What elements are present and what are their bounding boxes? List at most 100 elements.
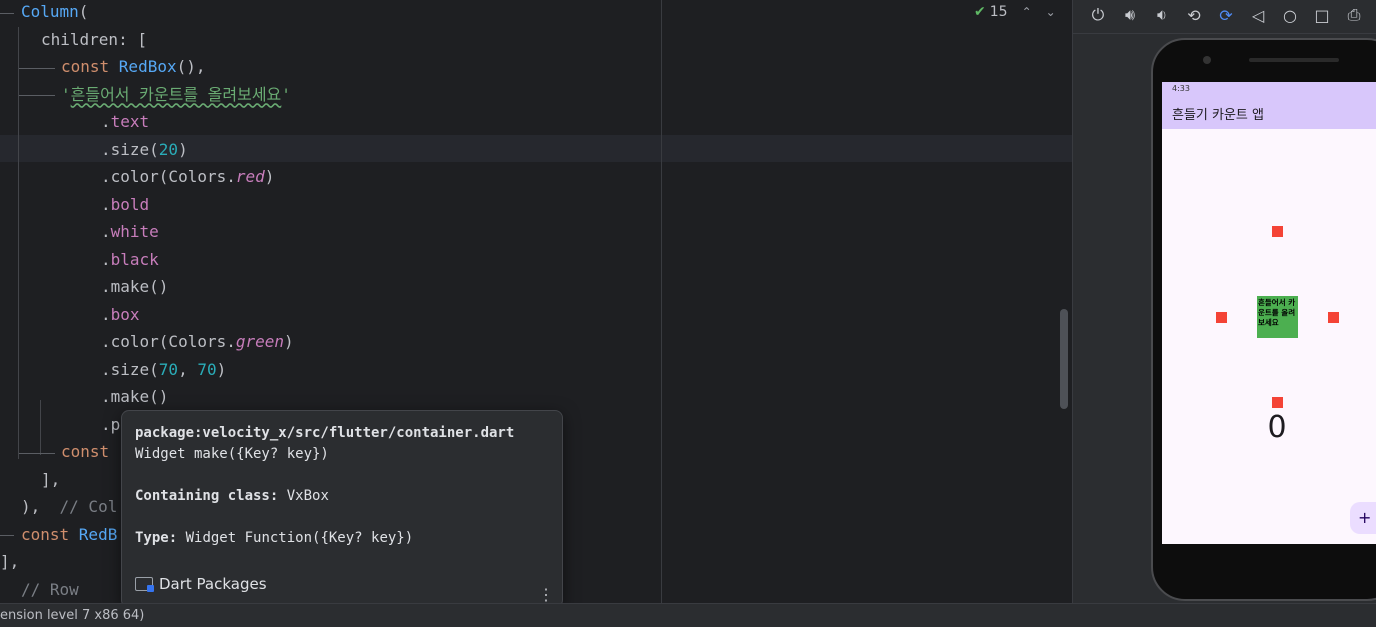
- red-box-left: [1216, 312, 1227, 323]
- fold-connector: [19, 453, 55, 454]
- right-margin-guide: [661, 0, 662, 603]
- code-token: ,: [178, 359, 198, 379]
- code-line[interactable]: .color(Colors.red): [101, 163, 274, 190]
- doc-containing-class: Containing class: VxBox: [135, 486, 549, 507]
- code-token: .make(): [101, 277, 169, 296]
- doc-signature: Widget make({Key? key}): [135, 446, 329, 462]
- rotate-right-icon[interactable]: ⟳: [1215, 6, 1237, 25]
- code-token: black: [110, 249, 159, 269]
- indent-guide: [18, 27, 19, 459]
- overview-icon[interactable]: □: [1311, 6, 1333, 25]
- code-token: white: [110, 222, 159, 241]
- code-token: Column: [21, 2, 79, 21]
- home-icon[interactable]: ○: [1279, 6, 1301, 25]
- screenshot-icon[interactable]: ⎙: [1343, 5, 1365, 25]
- toolbar-divider: [1073, 33, 1376, 34]
- code-token: const: [61, 57, 119, 76]
- code-token: .: [101, 249, 111, 269]
- code-token: .: [101, 304, 111, 324]
- code-line[interactable]: ), // Col: [21, 493, 117, 520]
- device-screen[interactable]: 4:33 흔들기 카운트 앱 흔들어서 카운트를 올려보세요 0 +: [1162, 82, 1376, 544]
- more-vertical-icon[interactable]: ⋮: [538, 587, 554, 603]
- code-line[interactable]: .box: [101, 301, 140, 328]
- speaker: [1249, 58, 1339, 62]
- red-box-right: [1328, 312, 1339, 323]
- code-token: ): [264, 167, 275, 186]
- code-token: ],: [0, 552, 20, 571]
- code-token: ': [61, 84, 71, 104]
- code-line[interactable]: Column(: [21, 0, 88, 25]
- code-token: ): [216, 359, 227, 379]
- rotate-left-icon[interactable]: ⟲: [1183, 6, 1205, 25]
- chevron-up-icon[interactable]: ⌃: [1022, 5, 1032, 19]
- code-token: bold: [110, 194, 150, 214]
- code-token: const: [61, 442, 110, 461]
- back-icon[interactable]: ◁: [1247, 6, 1269, 25]
- code-line[interactable]: // Row: [21, 576, 79, 603]
- app-bar: 4:33 흔들기 카운트 앱: [1162, 82, 1376, 129]
- fold-connector: [0, 535, 14, 536]
- type-value: Widget Function({Key? key}): [177, 530, 414, 546]
- code-token: .color(Colors.: [101, 332, 236, 351]
- code-token: RedB: [78, 524, 118, 544]
- code-token: text: [110, 112, 150, 131]
- status-text: ension level 7 x86 64): [0, 608, 145, 623]
- code-line[interactable]: ],: [0, 548, 19, 575]
- code-token: ),: [21, 497, 60, 516]
- inspection-widget[interactable]: ✔ 15 ⌃ ⌄: [974, 2, 1056, 22]
- doc-type: Type: Widget Function({Key? key}): [135, 528, 549, 549]
- app-title: 흔들기 카운트 앱: [1172, 108, 1264, 123]
- code-line[interactable]: .bold: [101, 191, 149, 218]
- code-line[interactable]: .color(Colors.green): [101, 328, 294, 355]
- code-line[interactable]: const RedB: [21, 521, 117, 548]
- containing-class-label: Containing class:: [135, 488, 279, 504]
- code-token: // Row: [21, 579, 79, 599]
- code-token: children: [: [41, 29, 147, 49]
- code-line[interactable]: '흔들어서 카운트를 올려보세요': [61, 81, 291, 108]
- inspection-count: 15: [989, 4, 1008, 20]
- documentation-popup: package:velocity_x/src/flutter/container…: [121, 410, 563, 608]
- doc-source-link[interactable]: Dart Packages: [135, 575, 267, 593]
- chevron-down-icon[interactable]: ⌄: [1046, 5, 1056, 19]
- code-token: .: [101, 112, 111, 131]
- editor-scrollbar[interactable]: [1060, 309, 1068, 409]
- code-token: 흔들어서 카운트를 올려보세요: [71, 85, 282, 104]
- folder-icon: [135, 577, 154, 592]
- code-token: ): [178, 139, 188, 159]
- code-line[interactable]: .p: [101, 411, 120, 438]
- code-line[interactable]: ],: [41, 466, 60, 493]
- doc-source-label: Dart Packages: [159, 575, 267, 593]
- code-token: .size(: [101, 359, 159, 379]
- code-token: green: [235, 332, 285, 351]
- fold-connector: [19, 68, 55, 69]
- volume-up-icon[interactable]: 🔊︎: [1119, 5, 1141, 25]
- status-bar: ension level 7 x86 64): [0, 603, 1376, 627]
- containing-class-value: VxBox: [278, 488, 329, 504]
- code-token: .size(: [101, 139, 159, 159]
- code-token: 20: [158, 139, 179, 159]
- code-line[interactable]: children: [: [41, 26, 147, 53]
- green-text-box: 흔들어서 카운트를 올려보세요: [1257, 296, 1298, 338]
- code-token: 70: [158, 359, 179, 379]
- code-line[interactable]: const RedBox(),: [61, 53, 206, 80]
- red-box-bottom: [1272, 397, 1283, 408]
- code-line[interactable]: .make(): [101, 273, 168, 300]
- code-line[interactable]: .white: [101, 218, 159, 245]
- red-box-top: [1272, 226, 1283, 237]
- code-line[interactable]: .make(): [101, 383, 168, 410]
- emulator-toolbar: ⏻ 🔊︎ 🔉︎ ⟲ ⟳ ◁ ○ □ ⎙: [1073, 0, 1376, 30]
- code-token: ): [284, 332, 294, 351]
- code-token: box: [110, 304, 140, 324]
- code-line[interactable]: .black: [101, 246, 159, 273]
- volume-down-icon[interactable]: 🔉︎: [1151, 5, 1173, 25]
- code-token: ],: [41, 469, 61, 489]
- fold-connector: [19, 95, 55, 96]
- code-line[interactable]: .size(70, 70): [101, 356, 226, 383]
- code-line[interactable]: .size(20): [101, 136, 188, 163]
- camera: [1203, 56, 1211, 64]
- code-line[interactable]: const: [61, 438, 109, 465]
- code-line[interactable]: .text: [101, 108, 149, 135]
- power-icon[interactable]: ⏻: [1087, 5, 1109, 25]
- check-icon: ✔: [974, 4, 986, 20]
- add-fab-button[interactable]: +: [1350, 502, 1376, 534]
